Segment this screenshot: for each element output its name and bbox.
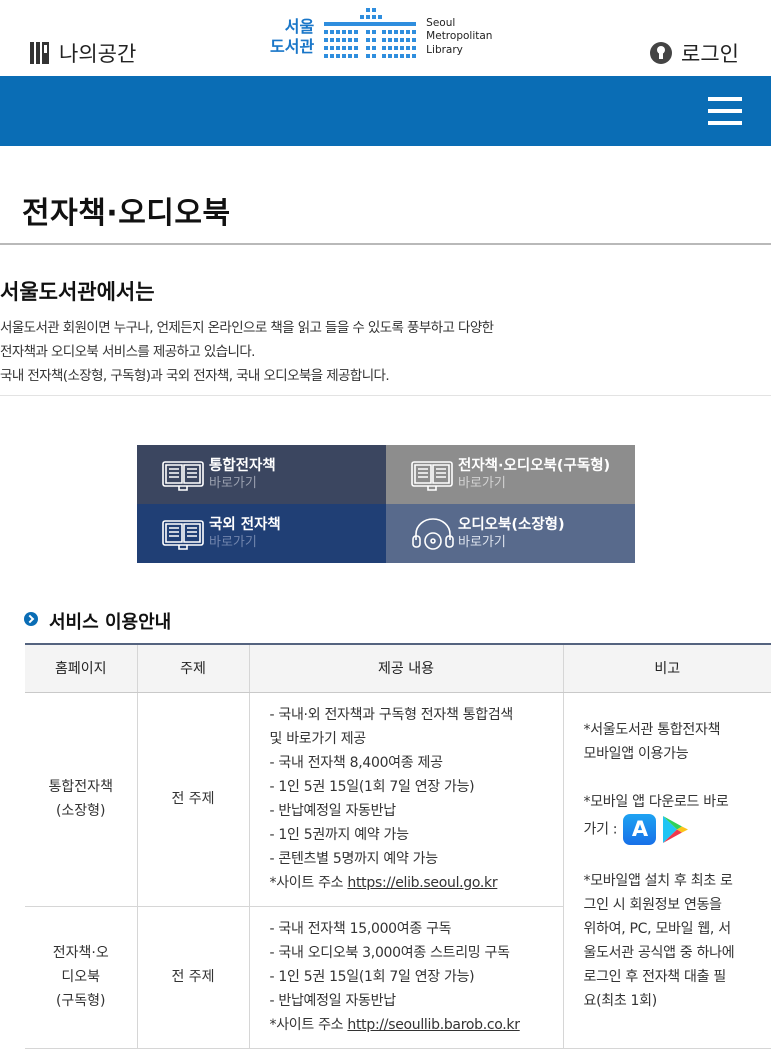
content-line: 및 바로가기 제공 — [269, 731, 367, 747]
note-paragraph: *모바일앱 설치 후 최초 로 그인 시 회원정보 연동을 위하여, PC, 모… — [584, 869, 762, 1013]
cell-line: 전자책·오 — [52, 945, 109, 961]
site-address-label: *사이트 주소 — [269, 1017, 348, 1033]
content-line: - 국내·외 전자책과 구독형 전자책 통합검색 — [269, 707, 514, 723]
page-title: 전자책·오디오북 — [22, 196, 231, 231]
site-url-link[interactable]: https://elib.seoul.go.kr — [347, 875, 497, 891]
logo-ko-line2: 도서관 — [270, 37, 315, 56]
logo-en-line2: Metropolitan — [426, 30, 493, 43]
subject-cell: 전 주제 — [136, 692, 249, 907]
note-line: *모바일 앱 다운로드 바로 — [583, 793, 729, 810]
service-info-table: 홈페이지 주제 제공 내용 비고 통합전자책 (소장형) 전 주제 - 국내·외… — [25, 643, 771, 1049]
note-line: 가기 : — [583, 821, 622, 837]
login-label: 로그인 — [681, 42, 739, 66]
site-url-link[interactable]: http://seoullib.barob.co.kr — [347, 1017, 520, 1033]
intro-text: 서울도서관 회원이면 누구나, 언제든지 온라인으로 책을 읽고 들을 수 있도… — [0, 316, 494, 388]
content-cell: - 국내·외 전자책과 구독형 전자책 통합검색 및 바로가기 제공 - 국내 … — [248, 692, 563, 907]
chevron-circle-icon — [24, 612, 38, 626]
intro-line: 서울도서관 회원이면 누구나, 언제든지 온라인으로 책을 읽고 들을 수 있도… — [0, 320, 494, 336]
tile-title: 통합전자책 — [209, 457, 276, 474]
note-line: 그인 시 회원정보 연동을 — [583, 896, 723, 913]
cell-line: 통합전자책 — [48, 779, 113, 795]
note-line: *서울도서관 통합전자책 — [583, 721, 721, 738]
my-space-label: 나의공간 — [59, 42, 137, 66]
intro-line: 국내 전자책(소장형, 구독형)과 국외 전자책, 국내 오디오북을 제공합니다… — [0, 368, 390, 384]
top-header: 나의공간 서울 도서관 Seoul Metropolitan Library 로… — [0, 0, 771, 76]
menu-icon[interactable] — [708, 95, 742, 127]
ebook-reader-icon — [162, 460, 204, 491]
cell-line: (소장형) — [55, 803, 106, 819]
title-divider — [0, 243, 771, 245]
content-line: - 국내 전자책 15,000여종 구독 — [269, 921, 452, 937]
logo-korean-text: 서울 도서관 — [270, 17, 314, 57]
intro-heading: 서울도서관에서는 — [0, 280, 155, 304]
content-line: - 국내 오디오북 3,000여종 스트리밍 구독 — [269, 945, 511, 961]
logo-en-line1: Seoul — [426, 16, 456, 29]
cell-line: (구독형) — [55, 993, 106, 1009]
content-line: - 국내 전자책 8,400여종 제공 — [269, 755, 443, 771]
note-line: *모바일앱 설치 후 최초 로 — [583, 872, 733, 889]
content-line: - 콘텐츠별 5명까지 예약 가능 — [269, 851, 439, 867]
column-header: 제공 내용 — [248, 643, 563, 693]
homepage-cell: 통합전자책 (소장형) — [25, 692, 137, 907]
intro-line: 전자책과 오디오북 서비스를 제공하고 있습니다. — [0, 344, 255, 360]
tile-foreign-ebook[interactable]: 국외 전자책 바로가기 — [137, 504, 386, 563]
login-button[interactable]: 로그인 — [650, 38, 739, 68]
tile-title: 전자책·오디오북(구독형) — [458, 457, 611, 474]
tile-audiobook-owned[interactable]: 오디오북(소장형) 바로가기 — [386, 504, 635, 563]
table-header-row: 홈페이지 주제 제공 내용 비고 — [25, 643, 771, 693]
shortcut-tiles: 통합전자책 바로가기 전자책·오디오북(구독형) 바로가기 국외 전자책 바로가… — [137, 445, 635, 563]
tile-shortcut-label: 바로가기 — [458, 475, 506, 491]
logo-ko-line1: 서울 — [284, 17, 315, 36]
content-line: - 1인 5권 15일(1회 7일 연장 가능) — [269, 779, 475, 795]
google-play-icon[interactable] — [660, 814, 691, 845]
note-paragraph: *서울도서관 통합전자책 모바일앱 이용가능 — [584, 718, 762, 766]
site-address: *사이트 주소 https://elib.seoul.go.kr — [270, 871, 563, 895]
bookshelf-icon — [30, 42, 49, 64]
note-line: 위하여, PC, 모바일 웹, 서 — [583, 920, 732, 937]
intro-divider — [0, 395, 771, 396]
note-line: 울도서관 공식앱 중 하나에 — [583, 944, 735, 961]
tile-shortcut-label: 바로가기 — [209, 534, 257, 550]
column-header: 비고 — [562, 643, 771, 693]
library-logo-mark-icon — [324, 8, 417, 58]
tile-shortcut-label: 바로가기 — [458, 534, 506, 550]
content-line: - 반납예정일 자동반납 — [269, 803, 397, 819]
keyhole-icon — [650, 42, 672, 64]
content-cell: - 국내 전자책 15,000여종 구독 - 국내 오디오북 3,000여종 스… — [248, 906, 563, 1049]
section-title: 서비스 이용안내 — [49, 612, 172, 633]
column-header: 주제 — [136, 643, 249, 693]
library-logo[interactable]: 서울 도서관 Seoul Metropolitan Library — [270, 8, 492, 66]
ebook-reader-icon — [162, 519, 204, 550]
headphones-icon — [412, 517, 454, 550]
subject-cell: 전 주제 — [136, 906, 249, 1049]
tile-title: 오디오북(소장형) — [458, 516, 565, 533]
tile-shortcut-label: 바로가기 — [209, 475, 257, 491]
cell-line: 디오북 — [61, 969, 101, 985]
site-address-label: *사이트 주소 — [269, 875, 348, 891]
my-space-link[interactable]: 나의공간 — [30, 38, 136, 68]
ebook-reader-icon — [411, 460, 453, 491]
logo-en-line3: Library — [426, 43, 463, 56]
content-line: - 반납예정일 자동반납 — [269, 993, 397, 1009]
app-store-icon[interactable]: A — [623, 813, 657, 845]
content-line: - 1인 5권까지 예약 가능 — [269, 827, 410, 843]
note-line: 요(최초 1회) — [583, 992, 658, 1009]
site-address: *사이트 주소 http://seoullib.barob.co.kr — [270, 1013, 563, 1037]
content-line: - 1인 5권 15일(1회 7일 연장 가능) — [269, 969, 475, 985]
tile-subscription-ebook-audiobook[interactable]: 전자책·오디오북(구독형) 바로가기 — [386, 445, 635, 504]
homepage-cell: 전자책·오 디오북 (구독형) — [25, 906, 137, 1049]
note-paragraph: *모바일 앱 다운로드 바로 가기 : A — [584, 790, 762, 845]
table-row: 통합전자책 (소장형) 전 주제 - 국내·외 전자책과 구독형 전자책 통합검… — [25, 692, 771, 1049]
app-download-icons: A — [623, 813, 691, 845]
tile-integrated-ebook[interactable]: 통합전자책 바로가기 — [137, 445, 386, 504]
column-header: 홈페이지 — [25, 643, 137, 693]
note-line: 모바일앱 이용가능 — [583, 745, 689, 762]
logo-english-text: Seoul Metropolitan Library — [426, 17, 492, 58]
note-line: 로그인 후 전자책 대출 필 — [583, 968, 727, 985]
tile-title: 국외 전자책 — [209, 516, 281, 533]
note-cell: *서울도서관 통합전자책 모바일앱 이용가능 *모바일 앱 다운로드 바로 가기… — [562, 692, 771, 1049]
navigation-bar — [0, 76, 771, 146]
